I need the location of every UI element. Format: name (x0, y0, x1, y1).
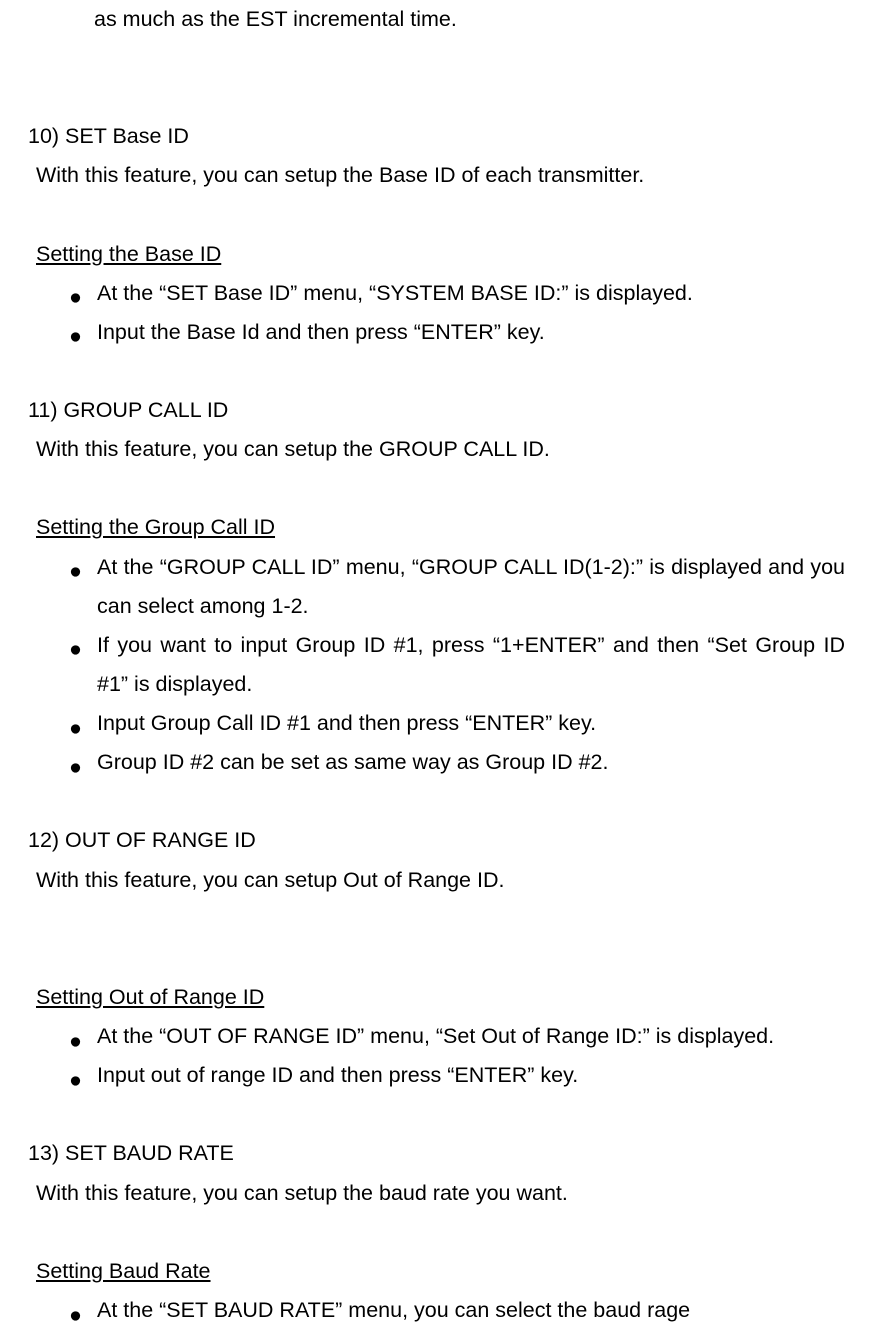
section-intro: With this feature, you can setup Out of … (28, 861, 845, 900)
section-10: 10) SET Base ID With this feature, you c… (28, 117, 845, 352)
list-item-text: At the “GROUP CALL ID” menu, “GROUP CALL… (97, 555, 845, 618)
section-title: 11) GROUP CALL ID (28, 391, 845, 430)
section-subheading: Setting Out of Range ID (28, 978, 845, 1017)
section-title: 13) SET BAUD RATE (28, 1134, 845, 1173)
bullet-list: ● At the “SET Base ID” menu, “SYSTEM BASE… (28, 274, 845, 352)
list-item: ●Group ID #2 can be set as same way as G… (69, 743, 845, 782)
blank-line (28, 1095, 845, 1134)
bullet-list: ● At the “OUT OF RANGE ID” menu, “Set Out… (28, 1017, 845, 1095)
blank-line (28, 782, 845, 821)
section-title: 12) OUT OF RANGE ID (28, 821, 845, 860)
list-item-text: At the “SET Base ID” menu, “SYSTEM BASE … (97, 281, 693, 305)
list-item: ●At the “SET Base ID” menu, “SYSTEM BASE… (69, 274, 845, 313)
bullet-icon: ● (69, 709, 82, 748)
bullet-icon: ● (69, 748, 82, 787)
list-item-text: Input out of range ID and then press “EN… (97, 1063, 578, 1087)
section-intro: With this feature, you can setup the GRO… (28, 430, 845, 469)
bullet-icon: ● (69, 552, 82, 591)
blank-line (28, 939, 845, 978)
blank-line (28, 900, 845, 939)
list-item-text: Input Group Call ID #1 and then press “E… (97, 711, 596, 735)
list-item: ● At the “GROUP CALL ID” menu, “GROUP CAL… (69, 548, 845, 626)
list-item: ●At the “SET BAUD RATE” menu, you can se… (69, 1291, 845, 1330)
list-item-text: If you want to input Group ID #1, press … (97, 633, 845, 696)
list-item-text: Input the Base Id and then press “ENTER”… (97, 320, 545, 344)
document-page: as much as the EST incremental time. 10)… (0, 0, 873, 1330)
section-intro: With this feature, you can setup the Bas… (28, 156, 845, 195)
blank-line (28, 1213, 845, 1252)
blank-line (28, 352, 845, 391)
bullet-icon: ● (69, 317, 82, 356)
section-subheading: Setting the Group Call ID (28, 508, 845, 547)
blank-line (28, 469, 845, 508)
list-item: ●Input the Base Id and then press “ENTER… (69, 313, 845, 352)
bullet-icon: ● (69, 1061, 82, 1100)
list-item: ●At the “OUT OF RANGE ID” menu, “Set Out… (69, 1017, 845, 1056)
list-item-text: At the “OUT OF RANGE ID” menu, “Set Out … (97, 1024, 774, 1048)
blank-line (28, 195, 845, 234)
section-11: 11) GROUP CALL ID With this feature, you… (28, 391, 845, 782)
bullet-list: ●At the “SET BAUD RATE” menu, you can se… (28, 1291, 845, 1330)
section-subheading: Setting Baud Rate (28, 1252, 845, 1291)
section-12: 12) OUT OF RANGE ID With this feature, y… (28, 821, 845, 1095)
section-13: 13) SET BAUD RATE With this feature, you… (28, 1134, 845, 1330)
bullet-icon: ● (69, 1296, 82, 1335)
list-item: ●Input Group Call ID #1 and then press “… (69, 704, 845, 743)
bullet-icon: ● (69, 630, 82, 669)
list-item-text: At the “SET BAUD RATE” menu, you can sel… (97, 1298, 690, 1322)
section-subheading: Setting the Base ID (28, 235, 845, 274)
list-item: ●Input out of range ID and then press “E… (69, 1056, 845, 1095)
bullet-icon: ● (69, 1022, 82, 1061)
list-item-text: Group ID #2 can be set as same way as Gr… (97, 750, 608, 774)
list-item: ● If you want to input Group ID #1, press… (69, 626, 845, 704)
section-intro: With this feature, you can setup the bau… (28, 1174, 845, 1213)
section-title: 10) SET Base ID (28, 117, 845, 156)
bullet-list: ● At the “GROUP CALL ID” menu, “GROUP CAL… (28, 548, 845, 783)
continuation-line: as much as the EST incremental time. (28, 0, 845, 39)
bullet-icon: ● (69, 278, 82, 317)
